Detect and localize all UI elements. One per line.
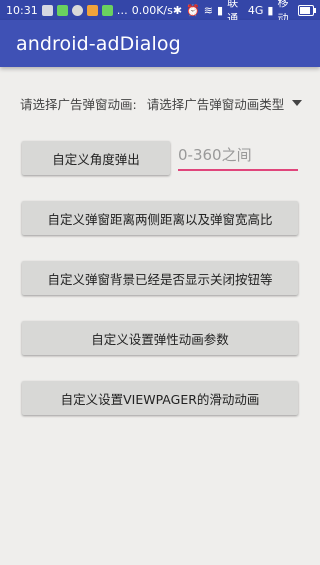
angle-input[interactable] (178, 143, 298, 171)
wechat-icon (56, 4, 68, 16)
dropdown-arrow-icon (292, 100, 302, 106)
custom-margin-ratio-button-label: 自定义弹窗距离两侧距离以及弹窗宽高比 (47, 211, 273, 227)
wifi-icon: ≋ (203, 3, 213, 17)
custom-elastic-button[interactable]: 自定义设置弹性动画参数 (22, 321, 298, 355)
bluetooth-icon: ✱ (172, 3, 183, 17)
custom-background-close-button[interactable]: 自定义弹窗背景已经是否显示关闭按钮等 (22, 261, 298, 295)
notification-icon (41, 4, 53, 16)
android-icon (101, 4, 113, 16)
weibo-icon (86, 4, 98, 16)
animation-spinner[interactable]: 请选择广告弹窗动画: 请选择广告弹窗动画类型 (20, 94, 302, 112)
app-bar: android-adDialog (0, 20, 320, 67)
more-icon: … (116, 3, 128, 17)
spinner-label: 请选择广告弹窗动画: (20, 96, 137, 112)
network-speed: 0.00K/s (131, 3, 173, 17)
clock: 10:31 (6, 3, 38, 17)
custom-viewpager-button[interactable]: 自定义设置VIEWPAGER的滑动动画 (22, 381, 298, 415)
signal-icon: ▮ (217, 3, 224, 17)
custom-elastic-button-label: 自定义设置弹性动画参数 (91, 331, 229, 347)
spinner-selected-value: 请选择广告弹窗动画类型 (146, 96, 285, 112)
status-bar: 10:31 … 0.00K/s ✱ ⏰ ≋ ▮ 联通 4G ▮ 移动 (0, 0, 320, 25)
photo-icon (71, 4, 83, 16)
custom-angle-button[interactable]: 自定义角度弹出 (22, 141, 170, 175)
custom-background-close-button-label: 自定义弹窗背景已经是否显示关闭按钮等 (47, 271, 273, 287)
app-title: android-adDialog (16, 32, 181, 55)
signal-icon-2: ▮ (267, 3, 274, 17)
battery-icon (298, 4, 316, 16)
custom-margin-ratio-button[interactable]: 自定义弹窗距离两侧距离以及弹窗宽高比 (22, 201, 298, 235)
network-type: 4G (247, 3, 264, 17)
custom-viewpager-button-label: 自定义设置VIEWPAGER的滑动动画 (60, 391, 260, 407)
custom-angle-button-label: 自定义角度弹出 (52, 151, 140, 167)
battery-level (300, 6, 311, 14)
alarm-icon: ⏰ (186, 3, 200, 17)
